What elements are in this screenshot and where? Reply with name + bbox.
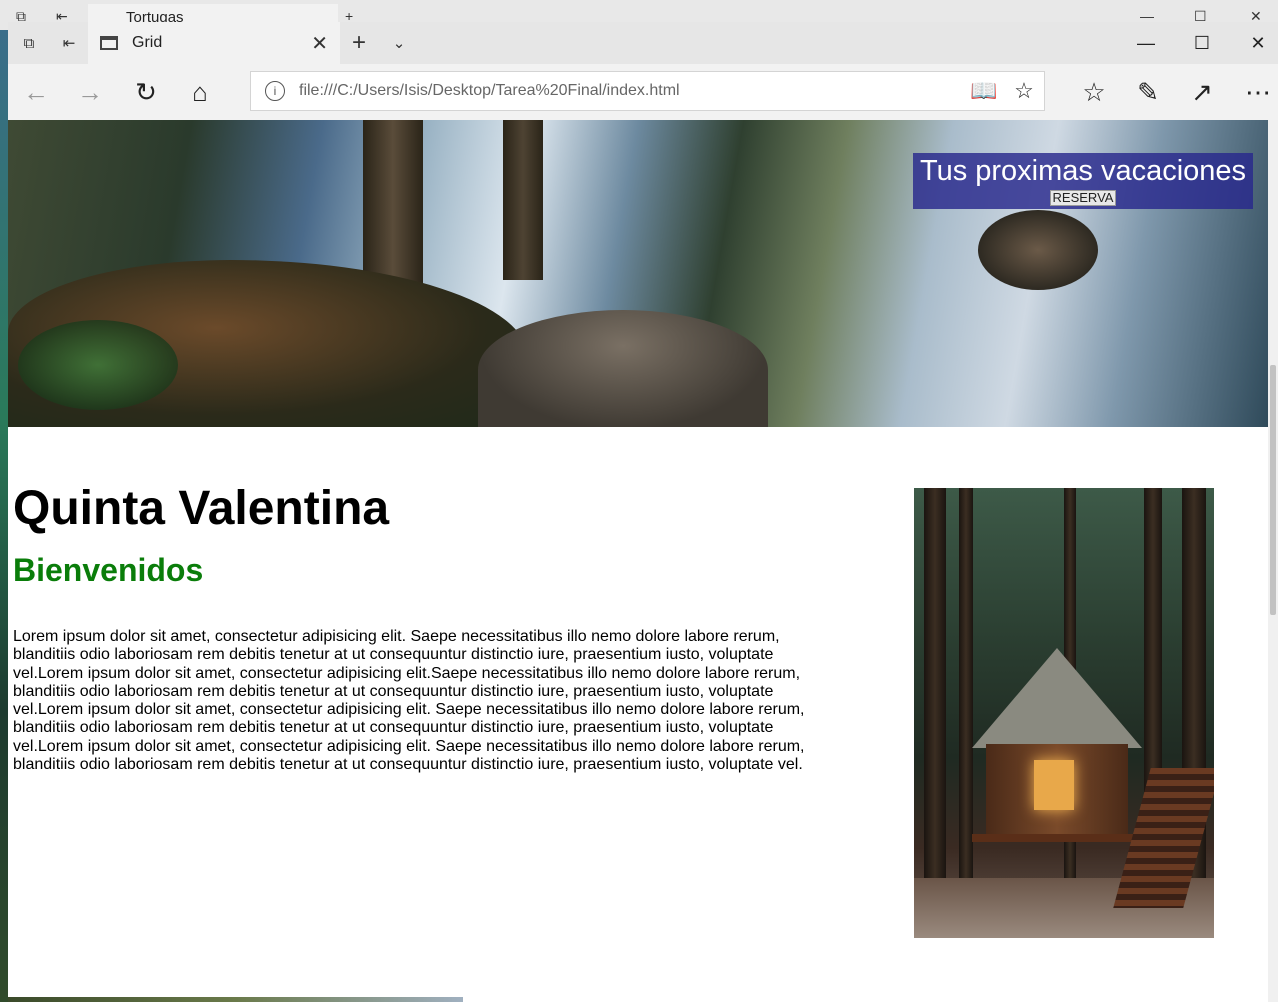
back-icon[interactable]: ← — [16, 74, 56, 110]
web-note-icon[interactable]: ✎ — [1128, 74, 1168, 110]
refresh-icon[interactable]: ↻ — [126, 74, 166, 110]
address-url[interactable]: file:///C:/Users/Isis/Desktop/Tarea%20Fi… — [299, 82, 964, 100]
info-icon[interactable]: i — [265, 81, 285, 101]
page-viewport: Tus proximas vacaciones RESERVA Quinta V… — [8, 120, 1268, 1002]
browser-window: ⧉ ⇤ Grid ✕ + ⌄ — ☐ ✕ ← → ↻ ⌂ i file:///C… — [8, 22, 1278, 1002]
tab-page-icon — [100, 36, 118, 50]
tab-actions-icon[interactable]: ⧉ — [14, 30, 44, 56]
body-paragraph: Lorem ipsum dolor sit amet, consectetur … — [13, 628, 805, 774]
title-bar: ⧉ ⇤ Grid ✕ + ⌄ — ☐ ✕ — [8, 22, 1278, 64]
scroll-thumb[interactable] — [1270, 365, 1276, 615]
tab-list-chevron-icon[interactable]: ⌄ — [384, 30, 414, 56]
reading-view-icon[interactable]: 📖 — [964, 78, 1004, 104]
set-aside-tabs-icon[interactable]: ⇤ — [54, 30, 84, 56]
address-bar[interactable]: i file:///C:/Users/Isis/Desktop/Tarea%20… — [250, 71, 1045, 111]
hero-image: Tus proximas vacaciones RESERVA — [8, 120, 1268, 427]
new-tab-icon[interactable]: + — [344, 29, 374, 56]
close-icon[interactable]: ✕ — [311, 31, 328, 56]
reserva-button[interactable]: RESERVA — [1049, 190, 1117, 206]
cabin-image — [914, 488, 1214, 938]
favorites-hub-icon[interactable]: ☆ — [1074, 74, 1114, 110]
next-image-edge — [8, 997, 463, 1002]
more-icon[interactable]: ⋯ — [1238, 74, 1278, 110]
main-content: Quinta Valentina Bienvenidos Lorem ipsum… — [13, 480, 813, 774]
promo-box: Tus proximas vacaciones RESERVA — [913, 153, 1253, 209]
desktop-edge — [0, 30, 8, 1002]
page-title: Quinta Valentina — [13, 482, 390, 535]
forward-icon[interactable]: → — [70, 74, 110, 110]
share-icon[interactable]: ↗ — [1182, 74, 1222, 110]
tab-title: Grid — [132, 34, 163, 51]
vertical-scrollbar[interactable] — [1268, 120, 1278, 1002]
tab-grid[interactable]: Grid ✕ — [88, 22, 340, 64]
navigation-bar: ← → ↻ ⌂ i file:///C:/Users/Isis/Desktop/… — [8, 64, 1278, 120]
maximize-icon[interactable]: ☐ — [1174, 22, 1230, 64]
welcome-heading: Bienvenidos — [13, 552, 204, 588]
close-icon[interactable]: ✕ — [1230, 22, 1278, 64]
home-icon[interactable]: ⌂ — [180, 74, 220, 110]
favorite-star-icon[interactable]: ☆ — [1004, 78, 1044, 104]
minimize-icon[interactable]: — — [1118, 22, 1174, 64]
promo-title: Tus proximas vacaciones — [919, 155, 1247, 187]
